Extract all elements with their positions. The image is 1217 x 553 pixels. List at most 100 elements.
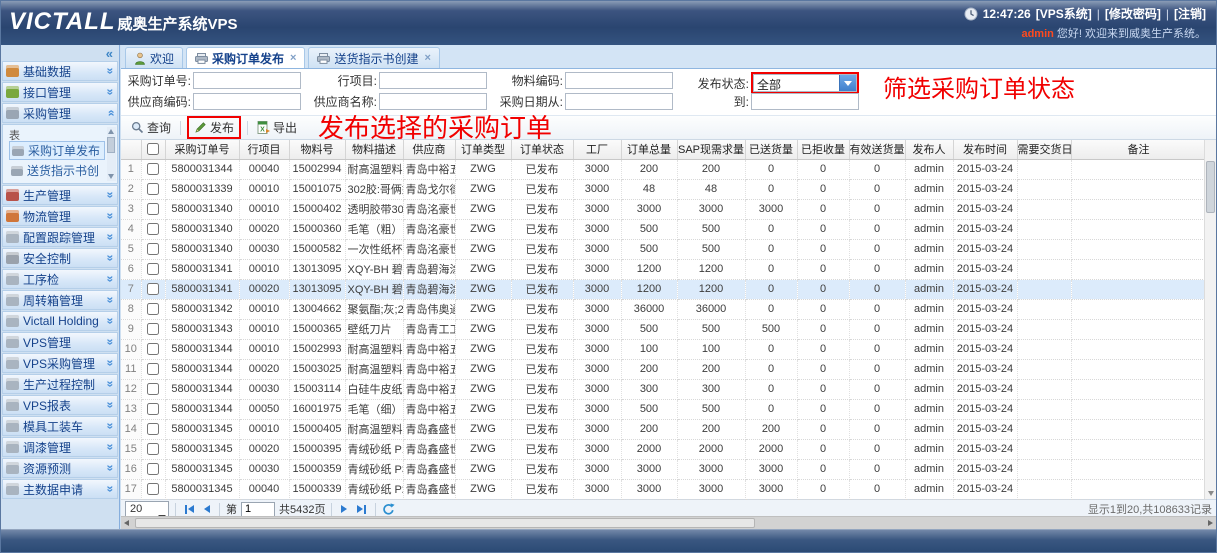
sidebar-item-13[interactable]: VPS报表» — [2, 395, 118, 415]
select-all-checkbox[interactable] — [147, 143, 159, 155]
submenu-scrollbar[interactable] — [107, 127, 116, 181]
header-col-14[interactable]: 发布时间 — [953, 140, 1017, 159]
filter-input-row1-2[interactable] — [565, 72, 673, 89]
tab-1[interactable]: 采购订单发布× — [186, 47, 305, 68]
header-col-1[interactable]: 行项目 — [239, 140, 289, 159]
sidebar-collapse-icon[interactable]: « — [106, 46, 113, 61]
row-checkbox[interactable] — [147, 463, 159, 475]
filter-input-row1-0[interactable] — [193, 72, 301, 89]
row-checkbox[interactable] — [147, 183, 159, 195]
header-col-6[interactable]: 订单状态 — [511, 140, 573, 159]
header-col-7[interactable]: 工厂 — [573, 140, 621, 159]
sidebar-item-14[interactable]: 模具工装车» — [2, 416, 118, 436]
sidebar-item-12[interactable]: 生产过程控制» — [2, 374, 118, 394]
refresh-icon[interactable] — [382, 503, 395, 516]
filter-input-row2-2[interactable] — [565, 93, 673, 110]
sidebar-item-7[interactable]: 工序检» — [2, 269, 118, 289]
close-icon[interactable]: × — [424, 52, 430, 64]
header-col-0[interactable]: 采购订单号 — [165, 140, 239, 159]
row-checkbox[interactable] — [147, 423, 159, 435]
row-checkbox[interactable] — [147, 263, 159, 275]
horizontal-scrollbar[interactable] — [121, 516, 1216, 529]
sidebar-item-9[interactable]: Victall Holding» — [2, 311, 118, 331]
submenu-item-0[interactable]: 采购订单发布 — [9, 141, 105, 160]
row-checkbox[interactable] — [147, 443, 159, 455]
publish-button[interactable]: 发布 — [189, 118, 239, 137]
header-col-11[interactable]: 已拒收量 — [797, 140, 849, 159]
sidebar-item-1[interactable]: 接口管理» — [2, 82, 118, 102]
header-col-9[interactable]: SAP现需求量 — [677, 140, 745, 159]
sidebar-item-11[interactable]: VPS采购管理» — [2, 353, 118, 373]
scroll-down-arrow-icon[interactable] — [108, 174, 114, 179]
submenu-item-1[interactable]: 送货指示书创 — [9, 161, 105, 180]
export-excel-icon: X — [257, 121, 270, 134]
row-checkbox[interactable] — [147, 483, 159, 495]
sidebar-item-5[interactable]: 配置跟踪管理» — [2, 227, 118, 247]
cell: admin — [905, 259, 953, 279]
submenu-group-label: 表 — [9, 127, 105, 140]
row-checkbox[interactable] — [147, 363, 159, 375]
row-checkbox[interactable] — [147, 403, 159, 415]
cell: 200 — [677, 159, 745, 179]
filter-input-row2-3[interactable] — [751, 93, 859, 110]
vertical-scrollbar[interactable] — [1204, 140, 1216, 499]
scroll-down-arrow-icon[interactable] — [1208, 491, 1214, 496]
submenu-scrollbar-thumb[interactable] — [107, 137, 115, 153]
sidebar-item-8[interactable]: 周转箱管理» — [2, 290, 118, 310]
sidebar-item-17[interactable]: 主数据申请» — [2, 479, 118, 499]
prev-page-button[interactable] — [201, 505, 213, 513]
chevron-down-icon: » — [104, 318, 118, 325]
close-icon[interactable]: × — [290, 52, 296, 64]
row-checkbox[interactable] — [147, 203, 159, 215]
logout-link[interactable]: [注销] — [1174, 5, 1206, 22]
scroll-up-arrow-icon[interactable] — [108, 129, 114, 134]
sidebar-item-4[interactable]: 物流管理» — [2, 206, 118, 226]
filter-input-row2-0[interactable] — [193, 93, 301, 110]
cell: 00020 — [239, 439, 289, 459]
next-page-button[interactable] — [338, 505, 350, 513]
row-checkbox[interactable] — [147, 323, 159, 335]
sidebar-item-0[interactable]: 基础数据» — [2, 61, 118, 81]
change-password-link[interactable]: [修改密码] — [1105, 5, 1161, 22]
first-page-button[interactable] — [182, 505, 197, 514]
tab-0[interactable]: 欢迎 — [125, 47, 183, 68]
page-number-input[interactable] — [241, 502, 275, 517]
header-col-13[interactable]: 发布人 — [905, 140, 953, 159]
header-col-2[interactable]: 物料号 — [289, 140, 345, 159]
row-checkbox[interactable] — [147, 163, 159, 175]
row-checkbox[interactable] — [147, 283, 159, 295]
filter-input-row1-1[interactable] — [379, 72, 487, 89]
row-checkbox[interactable] — [147, 243, 159, 255]
tab-2[interactable]: 送货指示书创建× — [308, 47, 439, 68]
sidebar-item-2[interactable]: 采购管理» — [2, 103, 118, 123]
sidebar-item-10[interactable]: VPS管理» — [2, 332, 118, 352]
sidebar-item-16[interactable]: 资源预测» — [2, 458, 118, 478]
vertical-scrollbar-thumb[interactable] — [1206, 161, 1215, 213]
horizontal-scrollbar-thumb[interactable] — [135, 518, 755, 528]
filter-input-row2-1[interactable] — [379, 93, 487, 110]
vps-system-link[interactable]: [VPS系统] — [1036, 5, 1092, 22]
row-checkbox[interactable] — [147, 223, 159, 235]
last-page-button[interactable] — [354, 505, 369, 514]
header-col-4[interactable]: 供应商 — [403, 140, 455, 159]
row-checkbox[interactable] — [147, 343, 159, 355]
sidebar-item-6[interactable]: 安全控制» — [2, 248, 118, 268]
sidebar-item-3[interactable]: 生产管理» — [2, 185, 118, 205]
header-col-10[interactable]: 已送货量 — [745, 140, 797, 159]
header-col-15[interactable]: 需要交货日期 — [1017, 140, 1071, 159]
publish-status-select[interactable]: 全部 — [753, 74, 857, 92]
header-col-12[interactable]: 有效送货量 — [849, 140, 905, 159]
header-col-3[interactable]: 物料描述 — [345, 140, 403, 159]
header-col-16[interactable]: 备注 — [1071, 140, 1206, 159]
page-size-select[interactable]: 20 — [125, 501, 169, 517]
sidebar-item-15[interactable]: 调漆管理» — [2, 437, 118, 457]
row-checkbox[interactable] — [147, 383, 159, 395]
header-col-8[interactable]: 订单总量 — [621, 140, 677, 159]
header-col-5[interactable]: 订单类型 — [455, 140, 511, 159]
scroll-left-arrow-icon[interactable] — [124, 520, 129, 526]
row-checkbox[interactable] — [147, 303, 159, 315]
scroll-right-arrow-icon[interactable] — [1208, 520, 1213, 526]
query-button[interactable]: 查询 — [126, 118, 176, 137]
row-checkbox-cell — [141, 419, 165, 439]
export-button[interactable]: X 导出 — [252, 118, 302, 137]
